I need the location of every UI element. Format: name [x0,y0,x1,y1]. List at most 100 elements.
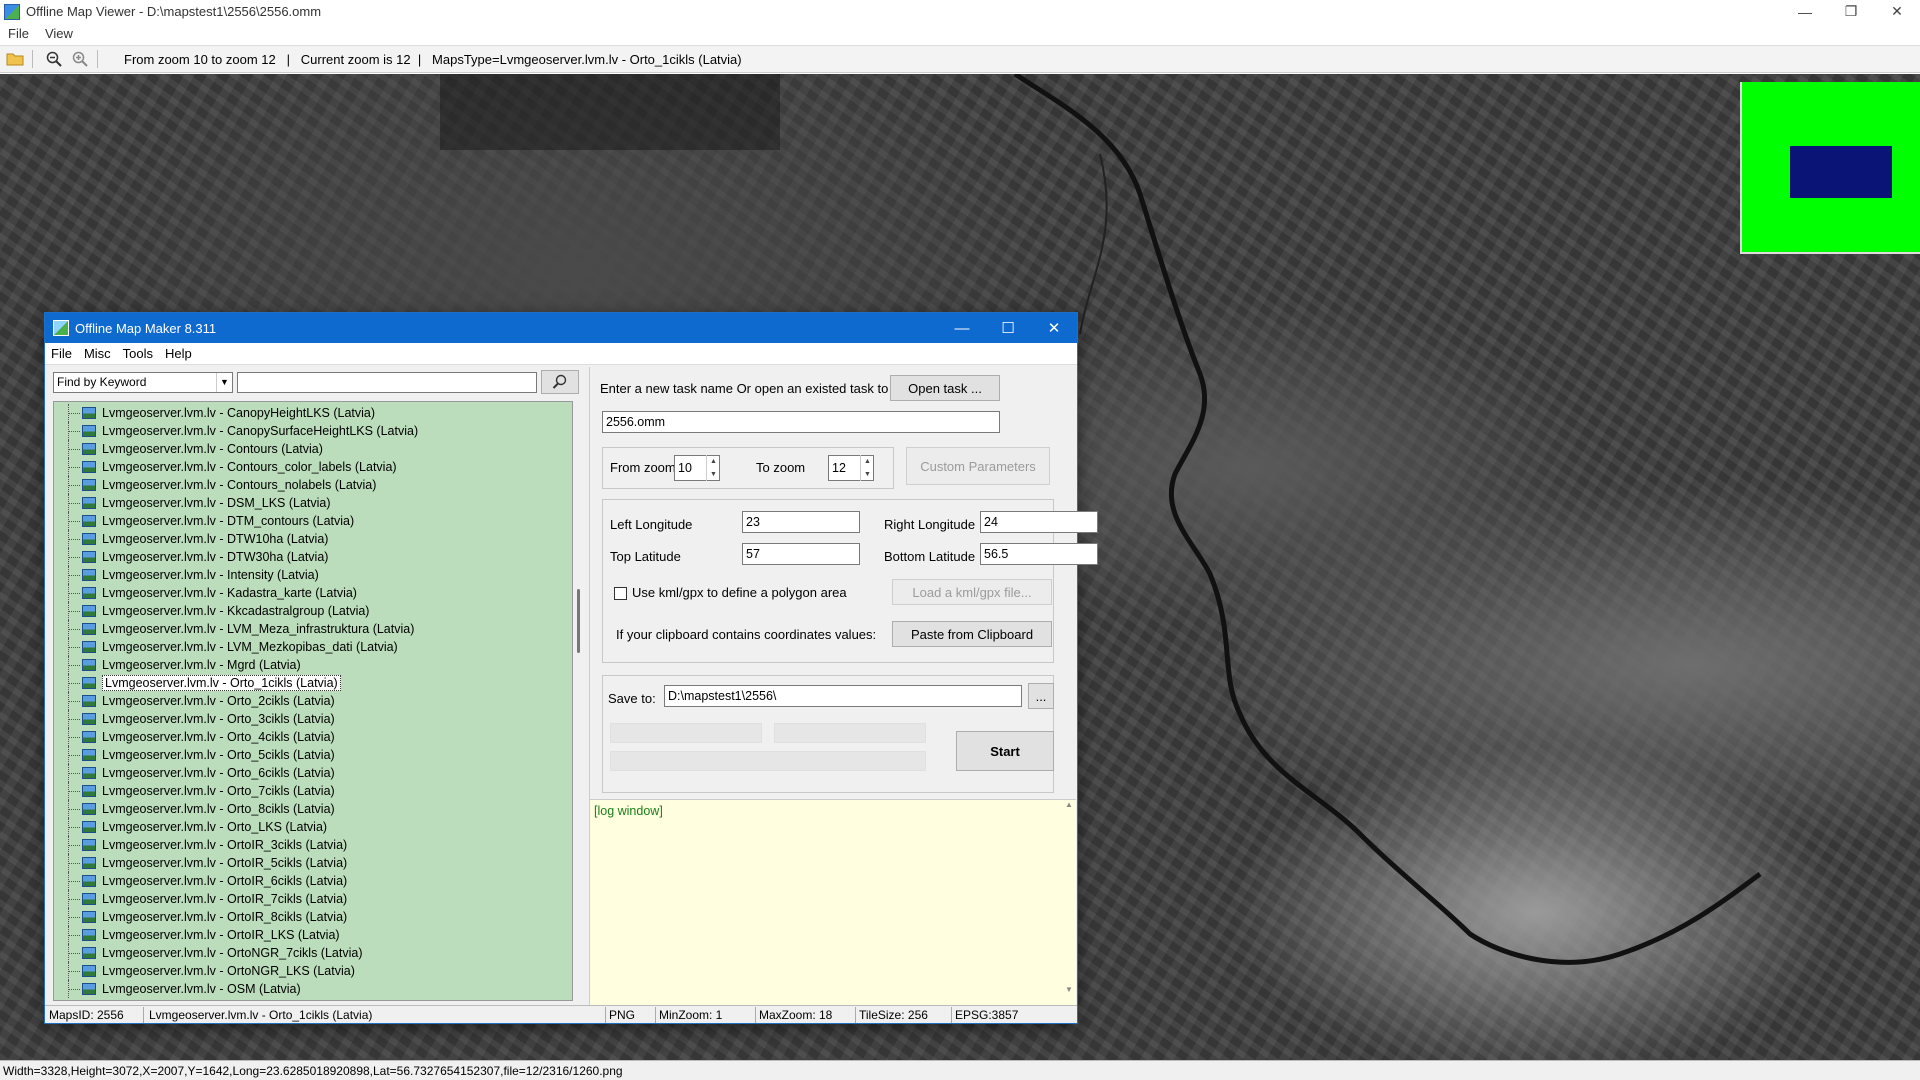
menu-file[interactable]: File [0,26,37,41]
zoom-in-icon[interactable] [69,48,91,70]
log-scrollbar[interactable]: ▲ ▼ [1062,800,1076,1008]
zoom-info-text: From zoom 10 to zoom 12 | Current zoom i… [124,51,742,67]
bottom-latitude-input[interactable]: 56.5 [980,543,1098,565]
tree-item[interactable]: Lvmgeoserver.lvm.lv - OrtoIR_8cikls (Lat… [54,908,572,926]
tree-item[interactable]: Lvmgeoserver.lvm.lv - OrtoNGR_7cikls (La… [54,944,572,962]
tree-item[interactable]: Lvmgeoserver.lvm.lv - OrtoIR_LKS (Latvia… [54,926,572,944]
tree-item[interactable]: Lvmgeoserver.lvm.lv - OSM (Latvia) [54,980,572,998]
top-latitude-input[interactable]: 57 [742,543,860,565]
left-longitude-input[interactable]: 23 [742,511,860,533]
open-task-button[interactable]: Open task ... [890,375,1000,401]
log-window[interactable]: [log window] ▲ ▼ [590,799,1076,1007]
dialog-menu-file[interactable]: File [45,346,78,361]
tree-item[interactable]: Lvmgeoserver.lvm.lv - Contours_color_lab… [54,458,572,476]
map-layer-icon [82,515,96,527]
save-to-path-input[interactable]: D:\mapstest1\2556\ [664,685,1022,707]
tree-item-label: Lvmgeoserver.lvm.lv - OrtoIR_8cikls (Lat… [102,910,348,924]
tree-item[interactable]: Lvmgeoserver.lvm.lv - Orto_8cikls (Latvi… [54,800,572,818]
tree-item-label: Lvmgeoserver.lvm.lv - DTW10ha (Latvia) [102,532,329,546]
zoom-out-icon[interactable] [43,48,65,70]
dialog-titlebar: Offline Map Maker 8.311 — ☐ ✕ [45,313,1077,343]
tree-item[interactable]: Lvmgeoserver.lvm.lv - LVM_Meza_infrastru… [54,620,572,638]
map-source-pane: Find by Keyword ▼ Lvmgeoserver.lvm.lv - … [47,367,585,1007]
dialog-maximize-button[interactable]: ☐ [985,313,1031,343]
tree-item[interactable]: Lvmgeoserver.lvm.lv - Orto_1cikls (Latvi… [54,674,572,692]
search-mode-combo[interactable]: Find by Keyword ▼ [53,371,233,393]
dialog-close-button[interactable]: ✕ [1031,313,1077,343]
spin-up-icon[interactable]: ▲ [861,455,874,468]
menu-view[interactable]: View [37,26,81,41]
tree-item[interactable]: Lvmgeoserver.lvm.lv - DTW30ha (Latvia) [54,548,572,566]
tree-item[interactable]: Lvmgeoserver.lvm.lv - OrtoNGR_LKS (Latvi… [54,962,572,980]
minimap-viewport[interactable] [1790,146,1892,198]
tree-item[interactable]: Lvmgeoserver.lvm.lv - OrtoIR_5cikls (Lat… [54,854,572,872]
search-button[interactable] [541,370,579,394]
restore-button[interactable]: ❐ [1828,0,1874,23]
spin-up-icon[interactable]: ▲ [707,455,720,468]
tree-item[interactable]: Lvmgeoserver.lvm.lv - LVM_Mezkopibas_dat… [54,638,572,656]
tree-item[interactable]: Lvmgeoserver.lvm.lv - Orto_6cikls (Latvi… [54,764,572,782]
tree-item[interactable]: Lvmgeoserver.lvm.lv - Orto_3cikls (Latvi… [54,710,572,728]
map-source-tree[interactable]: Lvmgeoserver.lvm.lv - CanopyHeightLKS (L… [53,401,573,1001]
tree-item[interactable]: Lvmgeoserver.lvm.lv - Orto_2cikls (Latvi… [54,692,572,710]
dialog-minimize-button[interactable]: — [939,313,985,343]
tree-item[interactable]: Lvmgeoserver.lvm.lv - OrtoIR_6cikls (Lat… [54,872,572,890]
minimap-overview[interactable] [1740,82,1920,254]
tree-item-label: Lvmgeoserver.lvm.lv - Contours_color_lab… [102,460,397,474]
tree-item[interactable]: Lvmgeoserver.lvm.lv - Contours (Latvia) [54,440,572,458]
map-layer-icon [82,659,96,671]
task-name-input[interactable]: 2556.omm [602,411,1000,433]
start-button[interactable]: Start [956,731,1054,771]
scroll-up-icon[interactable]: ▲ [1062,800,1076,809]
browse-button[interactable]: ... [1028,683,1054,709]
search-icon [552,374,567,389]
open-folder-icon[interactable] [4,48,26,70]
tree-item[interactable]: Lvmgeoserver.lvm.lv - Kadastra_karte (La… [54,584,572,602]
map-source-list: Lvmgeoserver.lvm.lv - CanopyHeightLKS (L… [54,402,572,998]
tree-scrollbar-thumb[interactable] [577,589,580,653]
keyword-search-input[interactable] [237,371,537,393]
tree-item[interactable]: Lvmgeoserver.lvm.lv - Orto_LKS (Latvia) [54,818,572,836]
custom-parameters-button[interactable]: Custom Parameters [906,447,1050,485]
paste-from-clipboard-button[interactable]: Paste from Clipboard [892,621,1052,647]
tree-item[interactable]: Lvmgeoserver.lvm.lv - DSM_LKS (Latvia) [54,494,572,512]
scroll-down-icon[interactable]: ▼ [1062,985,1076,994]
tree-item[interactable]: Lvmgeoserver.lvm.lv - DTW10ha (Latvia) [54,530,572,548]
dialog-menu-tools[interactable]: Tools [117,346,159,361]
tile-size-status: TileSize: 256 [859,1008,928,1022]
map-layer-icon [82,443,96,455]
tree-item-label: Lvmgeoserver.lvm.lv - OrtoIR_6cikls (Lat… [102,874,348,888]
tree-item[interactable]: Lvmgeoserver.lvm.lv - CanopyHeightLKS (L… [54,404,572,422]
tree-item[interactable]: Lvmgeoserver.lvm.lv - CanopySurfaceHeigh… [54,422,572,440]
clipboard-prompt-label: If your clipboard contains coordinates v… [616,627,877,642]
tree-item[interactable]: Lvmgeoserver.lvm.lv - Orto_4cikls (Latvi… [54,728,572,746]
map-layer-icon [82,893,96,905]
to-zoom-value: 12 [832,461,846,475]
load-kml-button[interactable]: Load a kml/gpx file... [892,579,1052,605]
tree-item[interactable]: Lvmgeoserver.lvm.lv - Orto_5cikls (Latvi… [54,746,572,764]
map-layer-icon [82,677,96,689]
from-zoom-spinner[interactable]: ▲ ▼ [706,455,720,481]
tree-item-label: Lvmgeoserver.lvm.lv - Orto_4cikls (Latvi… [102,730,335,744]
tree-item[interactable]: Lvmgeoserver.lvm.lv - Contours_nolabels … [54,476,572,494]
close-button[interactable]: ✕ [1874,0,1920,23]
spin-down-icon[interactable]: ▼ [861,468,874,481]
tree-item[interactable]: Lvmgeoserver.lvm.lv - Orto_7cikls (Latvi… [54,782,572,800]
dialog-menu-misc[interactable]: Misc [78,346,117,361]
dialog-menu-help[interactable]: Help [159,346,198,361]
tree-item[interactable]: Lvmgeoserver.lvm.lv - OrtoIR_3cikls (Lat… [54,836,572,854]
map-app-icon [4,3,20,20]
kml-polygon-checkbox[interactable] [614,587,627,600]
right-longitude-input[interactable]: 24 [980,511,1098,533]
minimize-button[interactable]: — [1782,0,1828,23]
tree-item[interactable]: Lvmgeoserver.lvm.lv - Intensity (Latvia) [54,566,572,584]
chevron-down-icon[interactable]: ▼ [216,372,232,392]
tree-item[interactable]: Lvmgeoserver.lvm.lv - DTM_contours (Latv… [54,512,572,530]
coordinates-status-text: Width=3328,Height=3072,X=2007,Y=1642,Lon… [3,1063,623,1078]
to-zoom-spinner[interactable]: ▲ ▼ [860,455,874,481]
tree-item[interactable]: Lvmgeoserver.lvm.lv - OrtoIR_7cikls (Lat… [54,890,572,908]
tree-item[interactable]: Lvmgeoserver.lvm.lv - Mgrd (Latvia) [54,656,572,674]
spin-down-icon[interactable]: ▼ [707,468,720,481]
tree-item[interactable]: Lvmgeoserver.lvm.lv - Kkcadastralgroup (… [54,602,572,620]
tree-scrollbar[interactable] [575,401,585,1001]
